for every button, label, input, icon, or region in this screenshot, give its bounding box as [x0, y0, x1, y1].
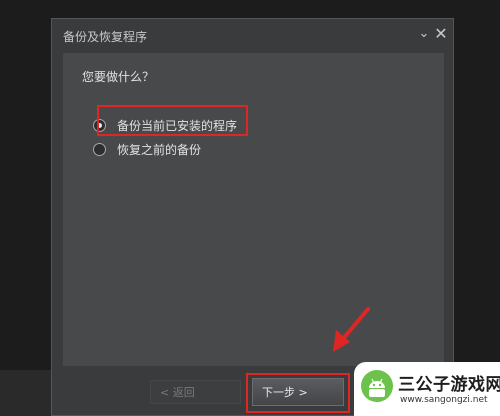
site-watermark: 三公子游戏网 www.sangongzi.net: [354, 362, 500, 416]
next-button-highlight-box: [246, 373, 350, 413]
dialog-title: 备份及恢复程序: [63, 30, 148, 44]
dialog-titlebar[interactable]: 备份及恢复程序 ⌄ ✕: [52, 19, 453, 52]
watermark-name: 三公子游戏网: [398, 375, 500, 395]
android-logo-icon: [361, 370, 393, 402]
question-label: 您要做什么？: [82, 70, 155, 84]
backup-restore-dialog: 备份及恢复程序 ⌄ ✕ 您要做什么？ 备份当前已安装的程序 恢复之前的备份 < …: [51, 18, 484, 416]
radio-button-unchecked[interactable]: [93, 142, 106, 156]
back-button[interactable]: < 返回: [150, 380, 241, 404]
watermark-url: www.sangongzi.net: [400, 395, 488, 405]
dialog-content: 您要做什么？ 备份当前已安装的程序 恢复之前的备份: [63, 53, 444, 366]
close-icon[interactable]: ✕: [433, 25, 449, 43]
minimize-icon[interactable]: ⌄: [416, 25, 432, 43]
option-highlight-box: [97, 105, 248, 136]
option-label: 恢复之前的备份: [117, 142, 202, 157]
option-restore-backup[interactable]: 恢复之前的备份: [93, 139, 201, 159]
